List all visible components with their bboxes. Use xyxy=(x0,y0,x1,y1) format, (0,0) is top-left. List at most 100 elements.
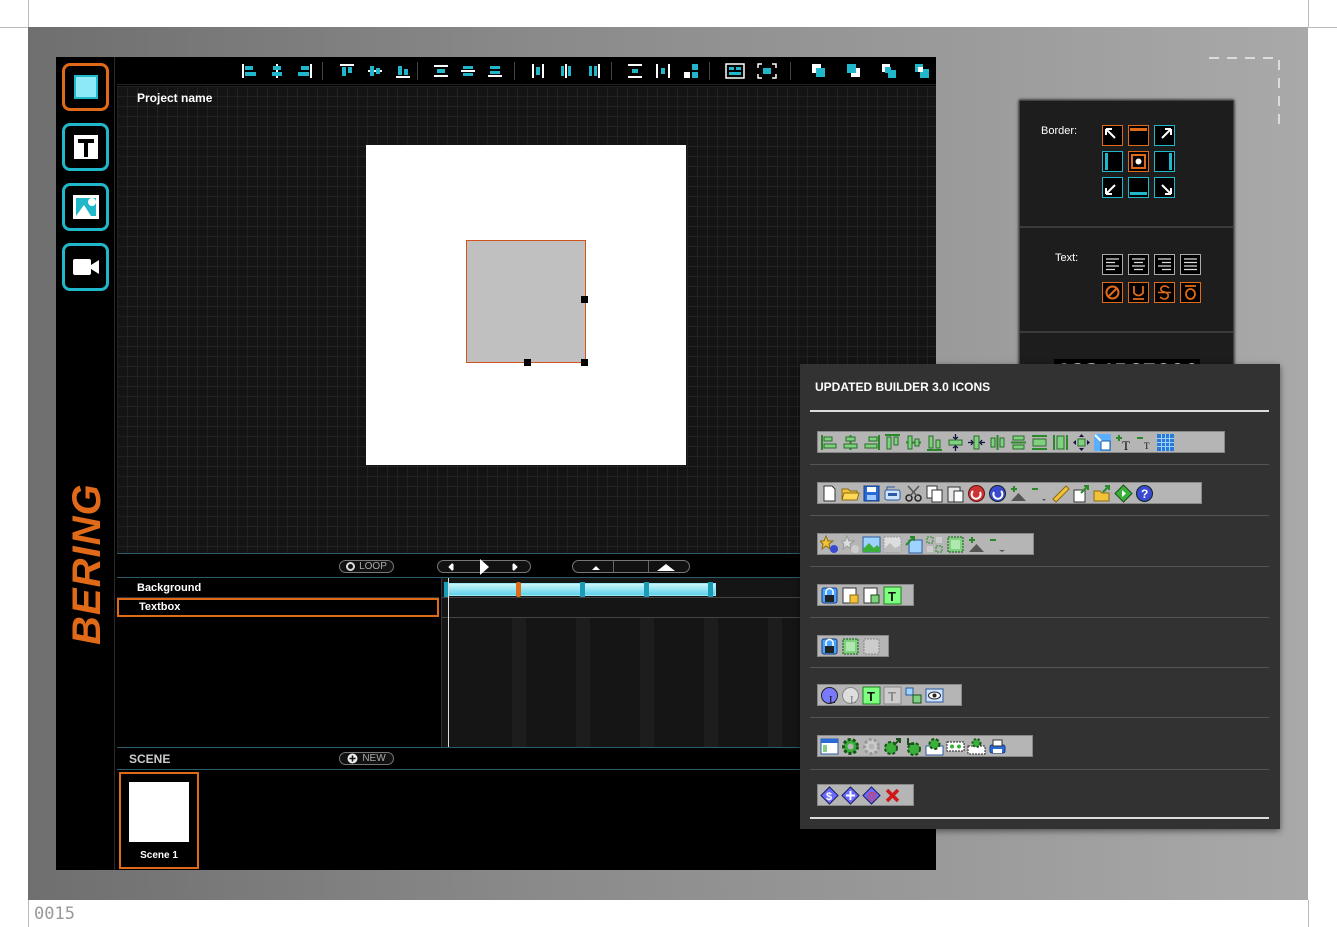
redo-icon[interactable] xyxy=(988,484,1007,503)
border-all-button[interactable] xyxy=(1128,151,1149,172)
align-bottom-icon[interactable] xyxy=(395,63,411,79)
help-icon[interactable]: ? xyxy=(1135,484,1154,503)
text-tool-button[interactable] xyxy=(62,123,109,171)
project-name[interactable]: Project name xyxy=(137,91,212,105)
remove-effect-icon[interactable] xyxy=(841,534,860,554)
image-tool-button[interactable] xyxy=(62,183,109,231)
bring-forward-icon[interactable] xyxy=(846,63,862,79)
layer-row-background[interactable]: Background xyxy=(117,579,439,598)
distribute-v-icon[interactable] xyxy=(1009,433,1028,452)
canvas-artboard[interactable] xyxy=(366,145,686,465)
shape-tool-button[interactable] xyxy=(62,63,109,111)
window-settings-icon[interactable] xyxy=(820,737,839,756)
video-tool-button[interactable] xyxy=(62,243,109,291)
replace-image-icon[interactable] xyxy=(904,535,923,554)
add-layer-icon[interactable] xyxy=(1009,484,1028,503)
distribute-h-center-icon[interactable] xyxy=(558,63,574,79)
cut-icon[interactable] xyxy=(904,484,923,503)
compress-horizontal-icon[interactable] xyxy=(967,433,986,452)
match-size-icon[interactable] xyxy=(683,63,699,79)
space-horizontal-icon[interactable] xyxy=(655,63,671,79)
border-top-left-button[interactable] xyxy=(1102,125,1123,146)
print-icon[interactable] xyxy=(988,737,1007,756)
align-center-icon[interactable] xyxy=(841,433,860,452)
next-frame-icon[interactable] xyxy=(499,561,529,573)
gear-import-icon[interactable] xyxy=(904,737,923,756)
distribute-right-icon[interactable] xyxy=(586,63,602,79)
text-box-active-icon[interactable]: T xyxy=(862,686,881,705)
save-as-icon[interactable] xyxy=(883,484,902,503)
text-size-decrease-icon[interactable]: T xyxy=(1135,433,1154,452)
gear-export-icon[interactable] xyxy=(883,737,902,756)
keyframe[interactable] xyxy=(708,582,713,597)
align-right-icon[interactable] xyxy=(862,433,881,452)
text-layer-icon[interactable] xyxy=(904,686,923,705)
text-none-button[interactable] xyxy=(1102,282,1123,303)
move-icon[interactable] xyxy=(1072,433,1091,452)
action-add-icon[interactable] xyxy=(841,785,860,805)
align-left-icon[interactable] xyxy=(241,63,257,79)
background-image-icon[interactable] xyxy=(862,535,881,554)
keyframe[interactable] xyxy=(644,582,649,597)
text-justify-button[interactable] xyxy=(1180,254,1201,275)
save-icon[interactable] xyxy=(862,484,881,503)
border-top-right-button[interactable] xyxy=(1154,125,1175,146)
frame-select-icon[interactable] xyxy=(841,637,860,656)
border-right-button[interactable] xyxy=(1154,151,1175,172)
align-bottom-icon[interactable] xyxy=(925,433,944,452)
resize-handle-bottom[interactable] xyxy=(524,359,531,366)
previous-frame-icon[interactable] xyxy=(439,561,469,573)
paste-icon[interactable] xyxy=(946,484,965,503)
gear-window-icon[interactable] xyxy=(925,737,944,756)
lock-text-icon[interactable] xyxy=(862,586,881,605)
globe-link-icon[interactable]: L xyxy=(820,686,839,705)
border-bottom-right-button[interactable] xyxy=(1154,177,1175,198)
playhead[interactable] xyxy=(448,578,449,748)
fit-to-canvas-icon[interactable] xyxy=(725,63,745,79)
new-file-icon[interactable] xyxy=(820,484,839,503)
sequence-settings-icon[interactable] xyxy=(967,737,986,756)
align-right-icon[interactable] xyxy=(297,63,313,79)
align-top-icon[interactable] xyxy=(883,433,902,452)
resize-icon[interactable] xyxy=(1093,433,1112,452)
loop-toggle[interactable]: LOOP xyxy=(339,560,394,573)
copy-icon[interactable] xyxy=(925,484,944,503)
background-image-disabled-icon[interactable] xyxy=(883,535,902,554)
stretch-height-icon[interactable] xyxy=(1051,433,1070,452)
action-dollar-icon[interactable]: $ xyxy=(820,785,839,805)
zoom-out-icon[interactable] xyxy=(579,561,613,573)
lock-frame-icon[interactable] xyxy=(820,637,839,656)
expand-icon[interactable] xyxy=(757,63,777,79)
scene-thumbnail[interactable]: Scene 1 xyxy=(119,772,199,869)
distribute-top-icon[interactable] xyxy=(433,63,449,79)
new-scene-button[interactable]: NEW xyxy=(339,752,394,765)
distribute-bottom-icon[interactable] xyxy=(487,63,503,79)
text-align-left-button[interactable] xyxy=(1102,254,1123,275)
border-top-button[interactable] xyxy=(1128,125,1149,146)
globe-link-disabled-icon[interactable]: L xyxy=(841,686,860,705)
resize-handle-bottom-right[interactable] xyxy=(581,359,588,366)
play-icon[interactable] xyxy=(469,558,499,576)
export-icon[interactable] xyxy=(1072,484,1091,503)
action-email-icon[interactable]: @ xyxy=(862,785,881,805)
zoom-in-icon[interactable] xyxy=(649,561,683,573)
delete-icon[interactable] xyxy=(883,786,902,805)
text-overline-button[interactable] xyxy=(1180,282,1201,303)
select-area-icon[interactable] xyxy=(946,535,965,554)
keyframe-selected[interactable] xyxy=(516,582,521,597)
align-center-h-icon[interactable] xyxy=(269,63,285,79)
distribute-h-icon[interactable] xyxy=(988,433,1007,452)
compress-vertical-icon[interactable] xyxy=(946,433,965,452)
add-shape-icon[interactable] xyxy=(967,535,986,554)
frame-deselect-icon[interactable] xyxy=(862,637,881,656)
distribute-center-icon[interactable] xyxy=(460,63,476,79)
remove-shape-icon[interactable] xyxy=(988,535,1007,554)
selected-shape[interactable] xyxy=(466,240,588,366)
distribute-left-icon[interactable] xyxy=(530,63,546,79)
align-left-icon[interactable] xyxy=(820,433,839,452)
lock-icon[interactable] xyxy=(820,586,839,605)
bring-to-front-icon[interactable] xyxy=(811,63,827,79)
text-strikethrough-button[interactable] xyxy=(1154,282,1175,303)
resize-handle-right[interactable] xyxy=(581,296,588,303)
align-top-icon[interactable] xyxy=(339,63,355,79)
